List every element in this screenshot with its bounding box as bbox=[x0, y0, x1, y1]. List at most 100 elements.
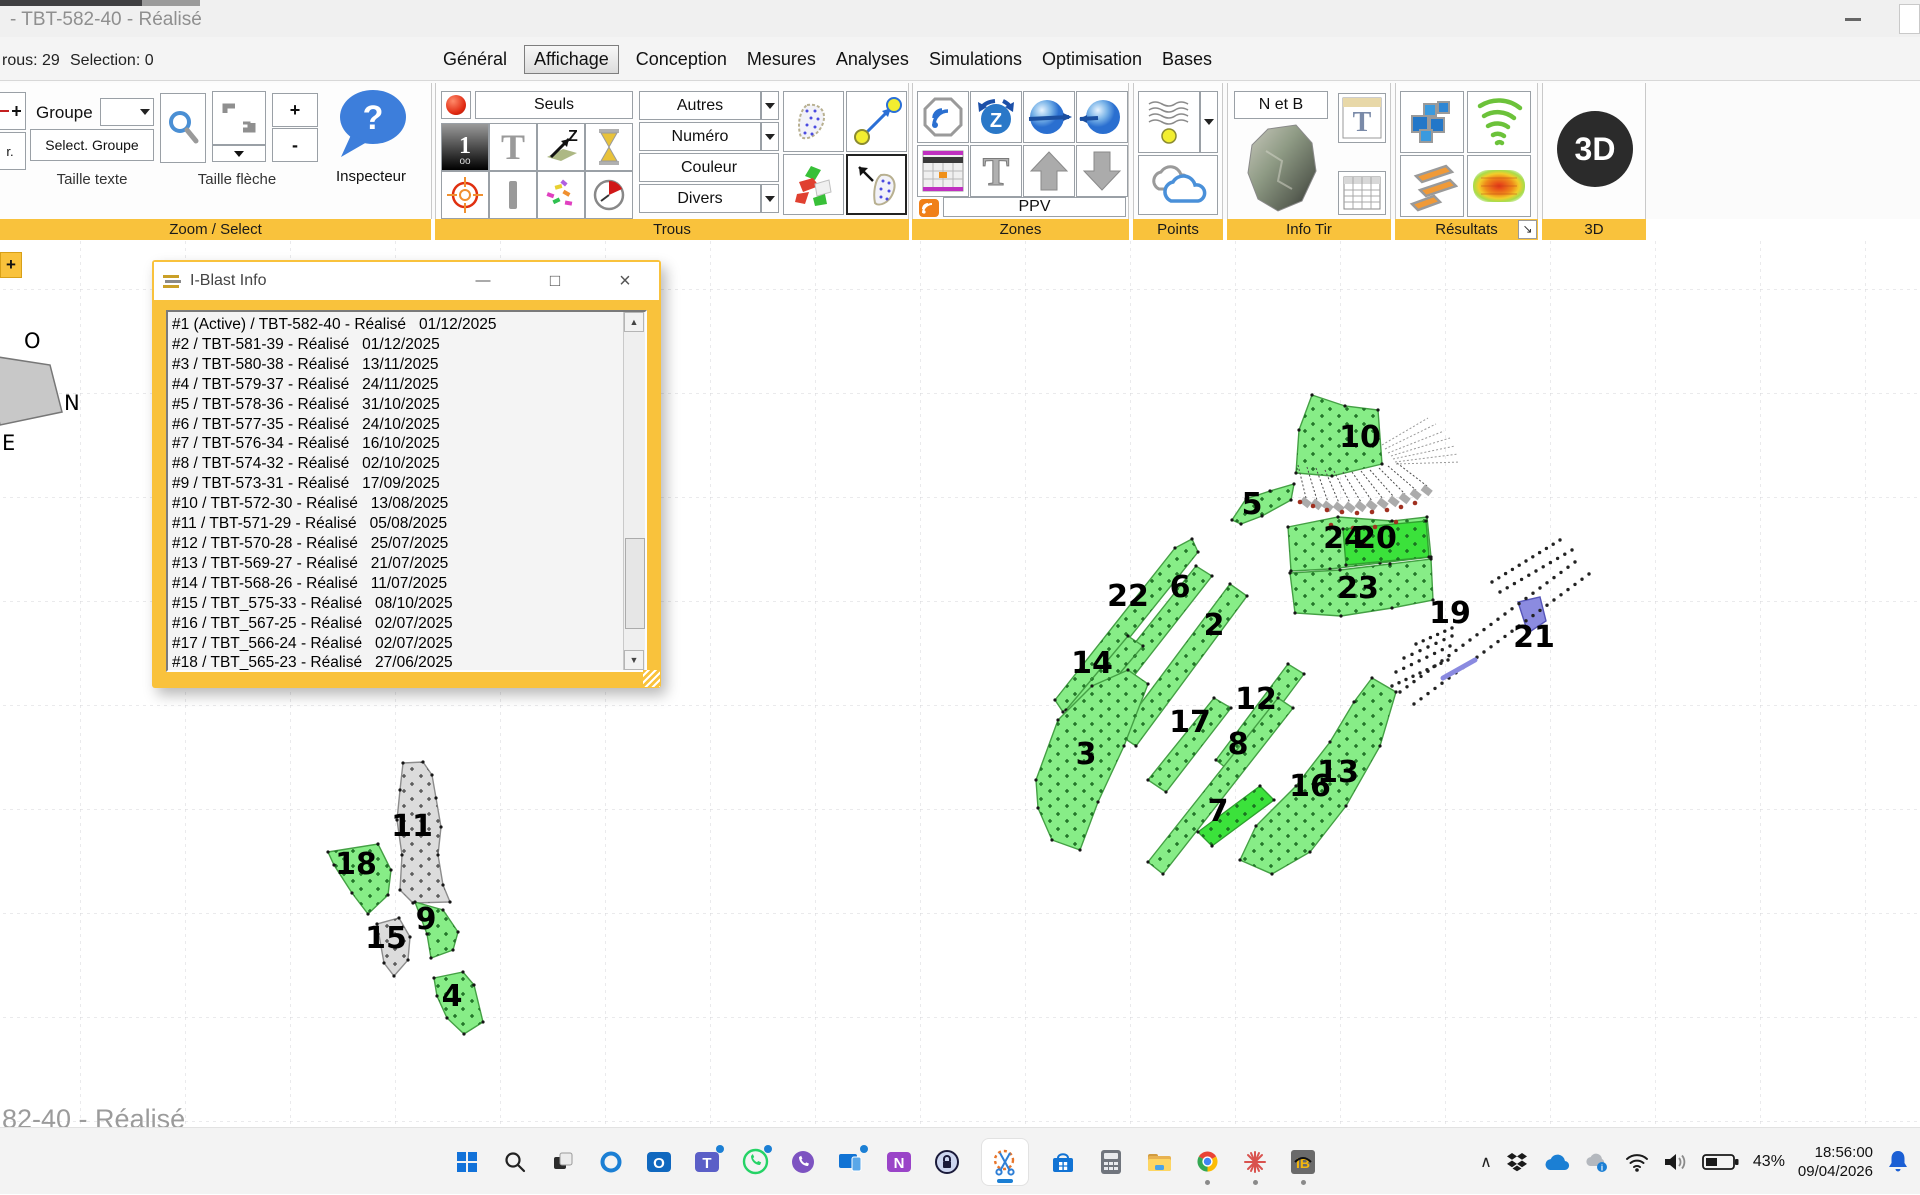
list-item[interactable]: #6 / TBT-577-35 - Réalisé 24/10/2025 bbox=[172, 415, 623, 435]
points-dropdown[interactable] bbox=[1200, 91, 1218, 153]
notification-bell-icon[interactable] bbox=[1886, 1149, 1910, 1175]
dropbox-icon[interactable] bbox=[1505, 1150, 1529, 1174]
numero-dropdown[interactable]: Numéro bbox=[639, 122, 761, 151]
resize-grip[interactable] bbox=[643, 670, 660, 687]
outlook-app[interactable]: O bbox=[645, 1148, 673, 1176]
tab-affichage[interactable]: Affichage bbox=[524, 45, 619, 74]
tab-analyses[interactable]: Analyses bbox=[833, 46, 912, 73]
hole-charges-button[interactable] bbox=[537, 171, 585, 219]
select-zone-button[interactable] bbox=[846, 154, 907, 215]
hole-delay-button[interactable] bbox=[585, 171, 633, 219]
zone-rotate-z-button[interactable]: Z bbox=[970, 91, 1022, 143]
n-et-b-button[interactable]: N et B bbox=[1234, 91, 1328, 119]
ppv-rss-icon-button[interactable] bbox=[917, 199, 941, 217]
list-item[interactable]: #5 / TBT-578-36 - Réalisé 31/10/2025 bbox=[172, 395, 623, 415]
list-item[interactable]: #12 / TBT-570-28 - Réalisé 25/07/2025 bbox=[172, 534, 623, 554]
list-item[interactable]: #17 / TBT_566-24 - Réalisé 02/07/2025 bbox=[172, 634, 623, 654]
start-button[interactable] bbox=[453, 1148, 481, 1176]
snipping-tool-active-app[interactable] bbox=[981, 1138, 1029, 1186]
fit-extent-button[interactable] bbox=[212, 91, 266, 145]
result-layers-button[interactable] bbox=[1400, 155, 1464, 217]
map-plus-button[interactable]: + bbox=[0, 252, 22, 278]
zone-up-button[interactable] bbox=[1023, 145, 1075, 197]
blast-list[interactable]: #1 (Active) / TBT-582-40 - Réalisé 01/12… bbox=[166, 310, 647, 672]
list-item[interactable]: #9 / TBT-573-31 - Réalisé 17/09/2025 bbox=[172, 474, 623, 494]
info-window-titlebar[interactable]: I-Blast Info — □ × bbox=[154, 262, 659, 300]
autres-arrow[interactable] bbox=[761, 91, 779, 120]
groupe-combobox[interactable] bbox=[100, 98, 154, 126]
seuls-header-button[interactable]: Seuls bbox=[475, 91, 633, 119]
zone-signal-button[interactable] bbox=[917, 91, 969, 143]
hole-number-button[interactable]: 1oo bbox=[441, 123, 489, 171]
select-groupe-button[interactable]: Select. Groupe bbox=[30, 129, 154, 161]
inspecteur-button[interactable]: ? Inspecteur bbox=[318, 87, 424, 215]
points-cloud-button[interactable] bbox=[1138, 155, 1218, 215]
task-view-button[interactable] bbox=[549, 1148, 577, 1176]
iblast-app[interactable]: IB bbox=[1289, 1148, 1317, 1176]
info-close-icon[interactable]: × bbox=[614, 270, 636, 292]
result-vibration-button[interactable] bbox=[1467, 91, 1531, 153]
list-item[interactable]: #15 / TBT_575-33 - Réalisé 08/10/2025 bbox=[172, 594, 623, 614]
zone-text-button[interactable]: T bbox=[970, 145, 1022, 197]
onedrive-icon[interactable] bbox=[1542, 1151, 1570, 1173]
list-item[interactable]: #16 / TBT_567-25 - Réalisé 02/07/2025 bbox=[172, 614, 623, 634]
report-table-button[interactable] bbox=[1338, 171, 1386, 215]
hole-column-button[interactable] bbox=[489, 171, 537, 219]
zone-table-button[interactable] bbox=[917, 145, 969, 197]
calculator-app[interactable] bbox=[1097, 1148, 1125, 1176]
list-item[interactable]: #18 / TBT_565-23 - Réalisé 27/06/2025 bbox=[172, 653, 623, 670]
info-maximize-icon[interactable]: □ bbox=[544, 270, 566, 292]
map-canvas[interactable]: ONE 105242023226214317128137111891541619… bbox=[0, 240, 1920, 1127]
list-item[interactable]: #11 / TBT-571-29 - Réalisé 05/08/2025 bbox=[172, 514, 623, 534]
colored-map-button[interactable] bbox=[783, 154, 844, 215]
browser-ring-app[interactable] bbox=[597, 1148, 625, 1176]
zone-dotted-button[interactable] bbox=[783, 91, 844, 152]
list-item[interactable]: #8 / TBT-574-32 - Réalisé 02/10/2025 bbox=[172, 454, 623, 474]
measure-line-button[interactable] bbox=[846, 91, 907, 152]
zone-down-button[interactable] bbox=[1076, 145, 1128, 197]
result-heatmap-button[interactable] bbox=[1467, 155, 1531, 217]
volume-icon[interactable] bbox=[1663, 1151, 1689, 1173]
tab-conception[interactable]: Conception bbox=[633, 46, 730, 73]
hole-text-button[interactable]: T bbox=[489, 123, 537, 171]
info-minimize-icon[interactable]: — bbox=[472, 270, 494, 292]
red-dot-button[interactable] bbox=[441, 91, 471, 119]
view-3d-button[interactable]: 3D bbox=[1557, 111, 1633, 187]
file-explorer-app[interactable] bbox=[1145, 1148, 1173, 1176]
list-item[interactable]: #1 (Active) / TBT-582-40 - Réalisé 01/12… bbox=[172, 315, 623, 335]
viber-app[interactable] bbox=[789, 1148, 817, 1176]
keepass-app[interactable] bbox=[933, 1148, 961, 1176]
tab-simulations[interactable]: Simulations bbox=[926, 46, 1025, 73]
tab-bases[interactable]: Bases bbox=[1159, 46, 1215, 73]
phone-link-app[interactable] bbox=[837, 1148, 865, 1176]
tab-mesures[interactable]: Mesures bbox=[744, 46, 819, 73]
tray-chevron-icon[interactable]: ∧ bbox=[1480, 1152, 1492, 1172]
scrollbar[interactable]: ▲ ▼ bbox=[623, 312, 645, 670]
clock[interactable]: 18:56:00 09/04/2026 bbox=[1798, 1143, 1873, 1181]
title-block-button[interactable]: T bbox=[1338, 93, 1386, 143]
result-blocks-button[interactable] bbox=[1400, 91, 1464, 153]
list-item[interactable]: #10 / TBT-572-30 - Réalisé 13/08/2025 bbox=[172, 494, 623, 514]
list-item[interactable]: #4 / TBT-579-37 - Réalisé 24/11/2025 bbox=[172, 375, 623, 395]
list-item[interactable]: #3 / TBT-580-38 - Réalisé 13/11/2025 bbox=[172, 355, 623, 375]
taskbar-search-button[interactable] bbox=[501, 1148, 529, 1176]
hole-z-button[interactable]: Z bbox=[537, 123, 585, 171]
onenote-app[interactable]: N bbox=[885, 1148, 913, 1176]
battery-icon[interactable] bbox=[1702, 1151, 1740, 1173]
list-item[interactable]: #13 / TBT-569-27 - Réalisé 21/07/2025 bbox=[172, 554, 623, 574]
numero-arrow[interactable] bbox=[761, 122, 779, 151]
couleur-button[interactable]: Couleur bbox=[639, 153, 779, 182]
hole-timing-button[interactable] bbox=[585, 123, 633, 171]
chrome-app[interactable] bbox=[1193, 1148, 1221, 1176]
cloud-sync-info-icon[interactable]: i bbox=[1583, 1150, 1611, 1174]
divers-dropdown[interactable]: Divers bbox=[639, 184, 761, 213]
wifi-icon[interactable] bbox=[1624, 1151, 1650, 1173]
zoom-button[interactable] bbox=[160, 93, 206, 163]
starburst-app[interactable] bbox=[1241, 1148, 1269, 1176]
zone-sphere-left-button[interactable] bbox=[1023, 91, 1075, 143]
ppv-header-button[interactable]: PPV bbox=[943, 197, 1126, 217]
teams-app[interactable]: T bbox=[693, 1148, 721, 1176]
edge-cut-button-2[interactable]: r. bbox=[0, 132, 26, 170]
microsoft-store-app[interactable] bbox=[1049, 1148, 1077, 1176]
list-item[interactable]: #2 / TBT-581-39 - Réalisé 01/12/2025 bbox=[172, 335, 623, 355]
